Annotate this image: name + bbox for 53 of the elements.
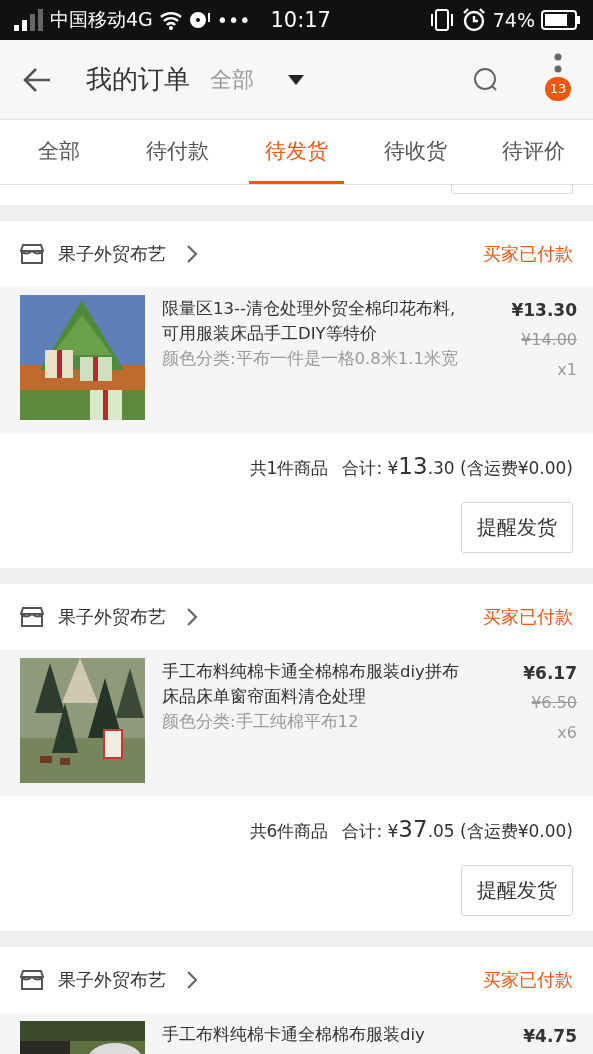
- original-price: ¥6.50: [531, 692, 577, 714]
- chevron-right-icon: [186, 607, 198, 627]
- product-title: 手工布料纯棉卡通全棉棉布服装diy: [162, 1024, 426, 1046]
- product-variant: 颜色分类:平布一件是一格0.8米1.1米宽: [162, 348, 460, 370]
- order-tab[interactable]: 全部: [12, 120, 107, 184]
- product-variant: 颜色分类:手工纯棉平布12: [162, 711, 360, 733]
- product-price: ¥4.75: [523, 1025, 577, 1048]
- back-button[interactable]: [22, 66, 52, 93]
- chevron-right-icon: [186, 970, 198, 990]
- item-count: 共6件商品: [249, 820, 329, 843]
- product-row[interactable]: 手工布料纯棉卡通全棉棉布服装diy拼布床品床单窗帘面料清仓处理 颜色分类:手工纯棉平布12 ¥6.17 ¥6.50 x6: [0, 650, 593, 796]
- order-tab[interactable]: 待评价: [486, 120, 581, 184]
- dropdown-caret-icon[interactable]: [288, 74, 304, 85]
- battery-percent: 74%: [492, 9, 535, 31]
- shop-link[interactable]: 果子外贸布艺: [20, 242, 198, 266]
- order-tab[interactable]: 待收货: [367, 120, 463, 184]
- order-total: 合计: ¥37.05 (含运费¥0.00): [342, 816, 573, 843]
- wifi-icon: [158, 10, 183, 30]
- shop-link[interactable]: 果子外贸布艺: [20, 605, 198, 629]
- product-quantity: x6: [557, 722, 577, 744]
- original-price: ¥14.00: [521, 329, 577, 351]
- shop-link[interactable]: 果子外贸布艺: [20, 968, 198, 992]
- store-icon: [20, 606, 44, 628]
- product-price: ¥13.30: [511, 299, 577, 322]
- order-status: 买家已付款: [483, 968, 573, 992]
- notification-dots: •••: [216, 9, 251, 31]
- vibrate-icon: [428, 8, 455, 32]
- item-count: 共1件商品: [249, 457, 329, 480]
- search-button[interactable]: [473, 66, 499, 93]
- disc-icon: [188, 10, 211, 30]
- signal-icon: [14, 9, 44, 31]
- order-status: 买家已付款: [483, 605, 573, 629]
- battery-icon: [541, 9, 581, 31]
- order-total: 合计: ¥13.30 (含运费¥0.00): [342, 453, 573, 480]
- back-arrow-icon: [22, 66, 52, 93]
- store-icon: [20, 243, 44, 265]
- store-icon: [20, 969, 44, 991]
- clock-time: 10:17: [270, 8, 331, 32]
- search-icon: [473, 66, 499, 93]
- product-quantity: x1: [557, 359, 577, 381]
- product-price: ¥6.17: [523, 662, 577, 685]
- chevron-right-icon: [186, 244, 198, 264]
- product-title: 限量区13--清仓处理外贸全棉印花布料,可用服装床品手工DIY等特价: [162, 298, 457, 345]
- carrier-label: 中国移动4G: [50, 7, 153, 32]
- product-title: 手工布料纯棉卡通全棉棉布服装diy拼布床品床单窗帘面料清仓处理: [162, 661, 460, 708]
- remind-shipping-button[interactable]: 提醒发货: [461, 865, 573, 916]
- remind-shipping-button[interactable]: 提醒发货: [461, 502, 573, 553]
- notification-badge: 13: [545, 76, 571, 101]
- order-tab[interactable]: 待付款: [130, 120, 226, 184]
- product-row[interactable]: 限量区13--清仓处理外贸全棉印花布料,可用服装床品手工DIY等特价 颜色分类:平布一件是一格0.8米1.1米宽 ¥13.30 ¥14.00 x1: [0, 287, 593, 433]
- product-row[interactable]: 手工布料纯棉卡通全棉棉布服装diy ¥4.75: [0, 1013, 593, 1054]
- page-title: 我的订单: [86, 63, 190, 96]
- order-status: 买家已付款: [483, 242, 573, 266]
